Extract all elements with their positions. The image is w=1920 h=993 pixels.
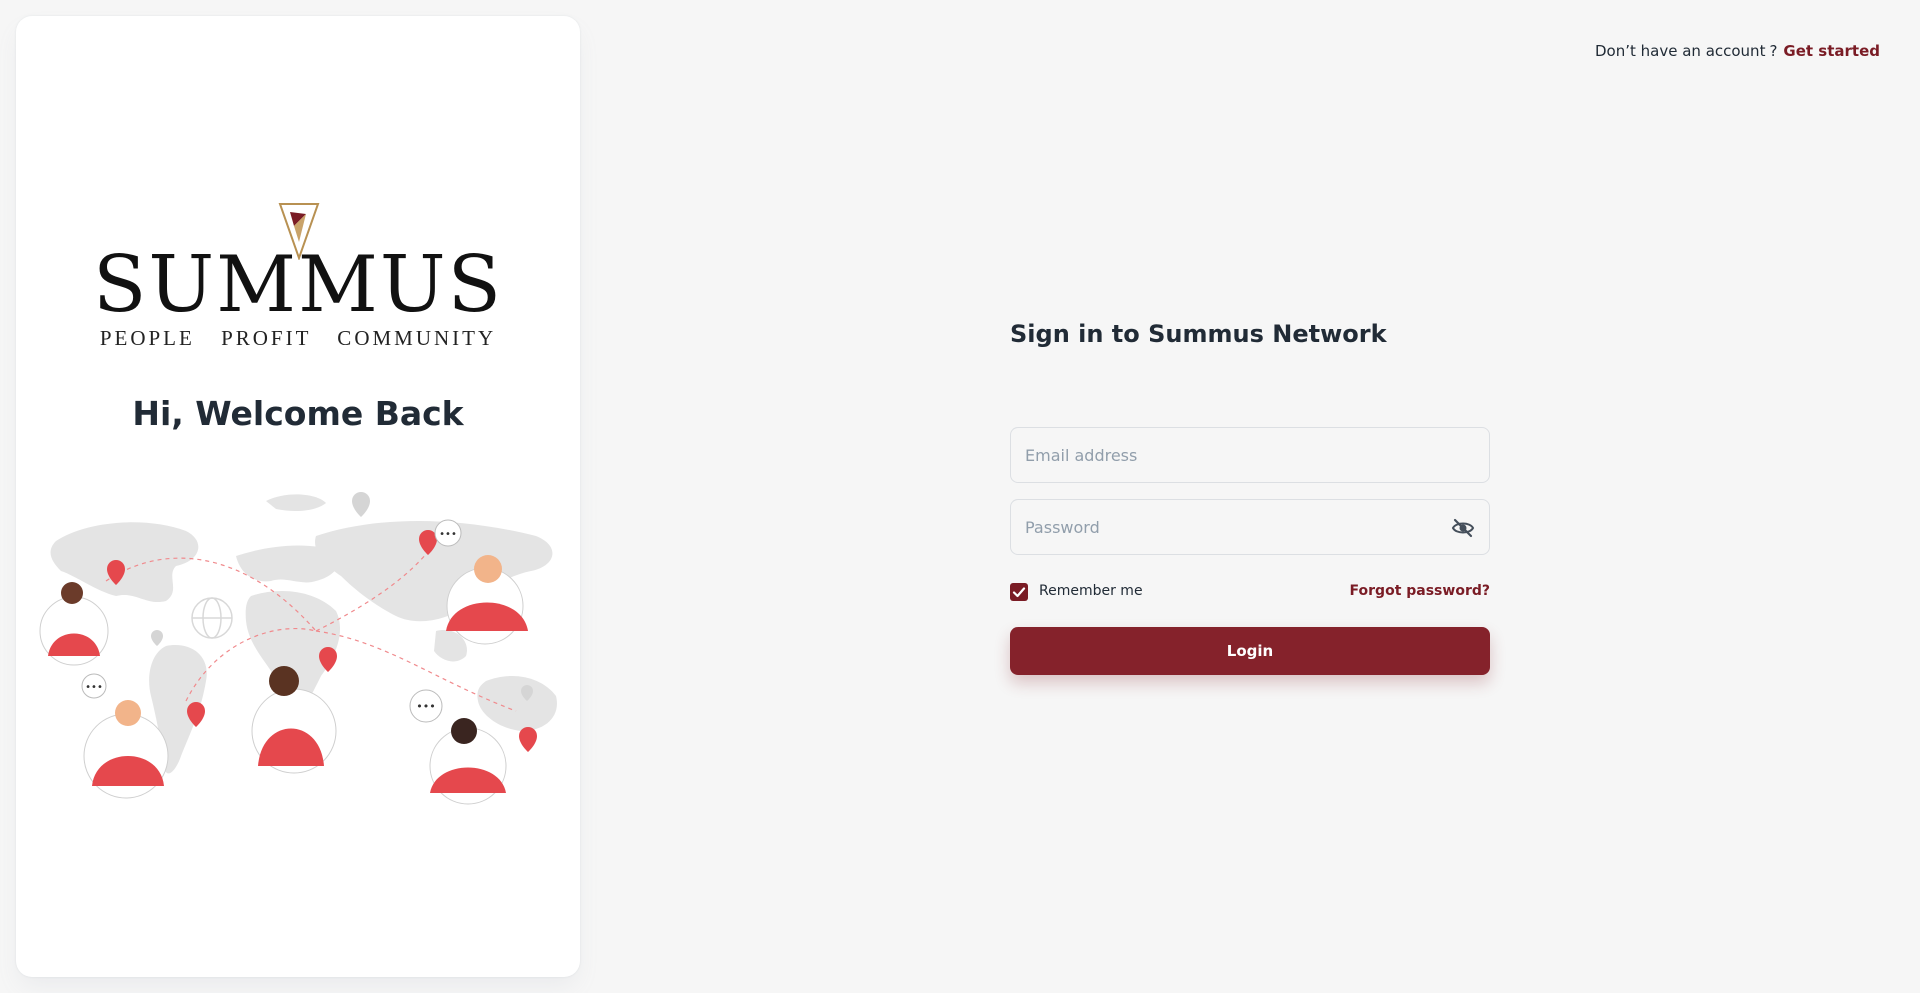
remember-row: Remember me Forgot password? (1010, 580, 1490, 604)
remember-label: Remember me (1039, 583, 1143, 599)
svg-text:•••: ••• (85, 682, 103, 693)
login-button[interactable]: Login (1010, 627, 1490, 675)
signup-question-mark: ? (1769, 42, 1778, 60)
check-icon (1012, 587, 1026, 598)
svg-text:•••: ••• (416, 700, 435, 713)
eye-off-icon[interactable] (1451, 516, 1475, 540)
email-field-container (1010, 427, 1490, 483)
signup-prompt-text: Don’t have an account (1595, 42, 1766, 60)
sign-in-form: Sign in to Summus Network Remember me Fo… (1010, 320, 1490, 675)
world-map-illustration: ••• ••• ••• (39, 492, 557, 805)
logo-wordmark: SUMMUS (92, 240, 504, 330)
remember-checkbox[interactable] (1010, 583, 1028, 601)
password-field[interactable] (1011, 500, 1489, 554)
logo-tagline: PEOPLE PROFIT COMMUNITY (99, 326, 497, 350)
password-field-container (1010, 499, 1490, 555)
summus-logo: SUMMUS PEOPLE PROFIT COMMUNITY (16, 202, 580, 352)
get-started-link[interactable]: Get started (1783, 42, 1880, 60)
svg-text:•••: ••• (439, 529, 457, 540)
forgot-password-link[interactable]: Forgot password? (1350, 583, 1490, 599)
welcome-heading: Hi, Welcome Back (132, 394, 464, 433)
welcome-panel: SUMMUS PEOPLE PROFIT COMMUNITY Hi, Welco… (16, 16, 580, 977)
signup-prompt: Don’t have an account? Get started (1595, 42, 1880, 60)
email-field[interactable] (1011, 428, 1489, 482)
form-title: Sign in to Summus Network (1010, 320, 1387, 348)
